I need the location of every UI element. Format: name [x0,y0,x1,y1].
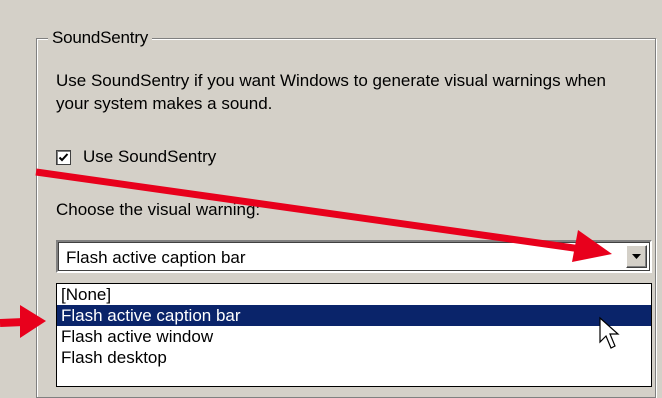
use-soundsentry-label: Use SoundSentry [83,147,217,166]
list-item-flash-active-caption-bar[interactable]: Flash active caption bar [57,305,651,326]
combo-selected-value: Flash active caption bar [66,248,246,267]
choose-warning-label: Choose the visual warning: [56,200,261,219]
visual-warning-dropdown-list[interactable]: [None] Flash active caption bar Flash ac… [56,283,652,387]
checkmark-icon [58,152,69,161]
group-title: SoundSentry [48,28,153,48]
chevron-down-icon [632,253,641,259]
list-item-none[interactable]: [None] [57,284,651,305]
use-soundsentry-checkbox[interactable] [56,149,71,165]
use-soundsentry-checkbox-row[interactable]: Use SoundSentry [56,147,216,167]
list-item-flash-desktop[interactable]: Flash desktop [57,347,651,368]
list-item-flash-active-window[interactable]: Flash active window [57,326,651,347]
combo-dropdown-button[interactable] [626,245,647,268]
soundsentry-description: Use SoundSentry if you want Windows to g… [56,71,606,113]
visual-warning-combobox[interactable]: Flash active caption bar [56,240,652,273]
